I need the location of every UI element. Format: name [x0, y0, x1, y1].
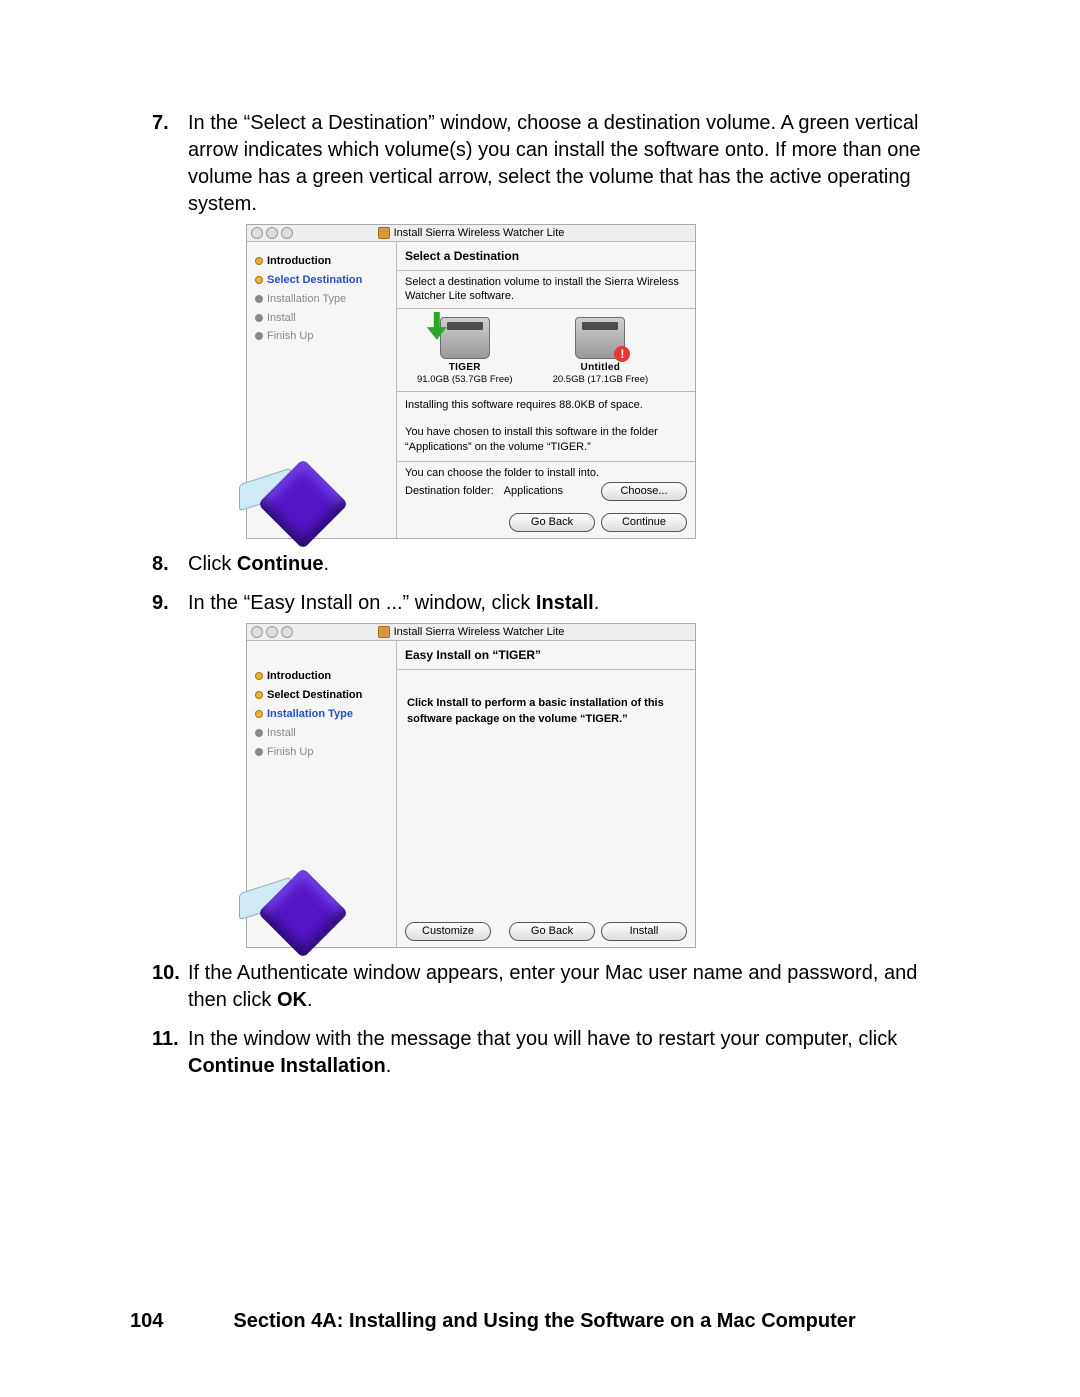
sidebar-item-finish-up: Finish Up — [255, 329, 390, 344]
sidebar-item-installation-type: Installation Type — [255, 292, 390, 307]
volume-size: 91.0GB (53.7GB Free) — [417, 374, 513, 387]
step-number: 9. — [152, 590, 169, 617]
step-number: 7. — [152, 110, 169, 137]
bullet-icon — [255, 332, 263, 340]
installer-main: Easy Install on “TIGER” Click Install to… — [396, 641, 695, 947]
window-title: Install Sierra Wireless Watcher Lite — [247, 625, 695, 640]
bullet-icon — [255, 748, 263, 756]
step-text: In the window with the message that you … — [188, 1028, 897, 1077]
choose-folder-label: You can choose the folder to install int… — [405, 466, 687, 481]
hard-drive-icon — [575, 317, 625, 359]
bullet-icon — [255, 295, 263, 303]
sidebar-item-select-destination: Select Destination — [255, 688, 390, 703]
step-text: If the Authenticate window appears, ente… — [188, 962, 917, 1011]
step-text: Click Continue. — [188, 553, 329, 575]
bullet-icon — [255, 710, 263, 718]
package-icon — [378, 626, 390, 638]
sidebar-item-select-destination: Select Destination — [255, 273, 390, 288]
pane-heading: Select a Destination — [397, 242, 695, 270]
easy-install-message: Click Install to perform a basic install… — [397, 669, 695, 918]
go-back-button[interactable]: Go Back — [509, 922, 595, 941]
window-title: Install Sierra Wireless Watcher Lite — [247, 226, 695, 241]
screenshot-select-destination: Install Sierra Wireless Watcher Lite Int… — [246, 224, 696, 539]
screenshot-easy-install: Install Sierra Wireless Watcher Lite Int… — [246, 623, 696, 948]
step-text: In the “Select a Destination” window, ch… — [188, 112, 921, 215]
page-number: 104 — [130, 1310, 163, 1333]
installer-sidebar: Introduction Select Destination Installa… — [247, 641, 396, 947]
step-item: 8. Click Continue. — [130, 551, 950, 578]
choose-button[interactable]: Choose... — [601, 482, 687, 501]
step-item: 10. If the Authenticate window appears, … — [130, 960, 950, 1014]
package-icon — [378, 227, 390, 239]
traffic-lights — [251, 626, 293, 638]
minimize-icon[interactable] — [266, 626, 278, 638]
installer-main: Select a Destination Select a destinatio… — [396, 242, 695, 538]
sidebar-graphic — [239, 861, 359, 951]
destination-label: Destination folder: — [405, 484, 494, 499]
volume-size: 20.5GB (17.1GB Free) — [553, 374, 649, 387]
bullet-icon — [255, 276, 263, 284]
zoom-icon[interactable] — [281, 626, 293, 638]
sidebar-item-introduction: Introduction — [255, 254, 390, 269]
volume-name: TIGER — [417, 361, 513, 375]
volume-item[interactable]: TIGER 91.0GB (53.7GB Free) — [417, 317, 513, 387]
bullet-icon — [255, 691, 263, 699]
step-number: 11. — [152, 1026, 179, 1053]
nav-buttons: Customize Go Back Install — [397, 918, 695, 947]
install-location-message: You have chosen to install this software… — [397, 419, 695, 461]
sidebar-item-install: Install — [255, 726, 390, 741]
window-titlebar: Install Sierra Wireless Watcher Lite — [247, 225, 695, 242]
document-page: 7. In the “Select a Destination” window,… — [0, 0, 1080, 1397]
bullet-icon — [255, 314, 263, 322]
pane-prompt: Select a destination volume to install t… — [397, 270, 695, 309]
zoom-icon[interactable] — [281, 227, 293, 239]
sidebar-graphic — [239, 452, 359, 542]
installer-sidebar: Introduction Select Destination Installa… — [247, 242, 396, 538]
customize-button[interactable]: Customize — [405, 922, 491, 941]
sidebar-item-install: Install — [255, 311, 390, 326]
pane-heading: Easy Install on “TIGER” — [397, 641, 695, 669]
volume-item[interactable]: Untitled 20.5GB (17.1GB Free) — [553, 317, 649, 387]
destination-block: You can choose the folder to install int… — [397, 461, 695, 510]
continue-button[interactable]: Continue — [601, 513, 687, 532]
page-footer: 104 Section 4A: Installing and Using the… — [130, 1310, 950, 1333]
step-number: 10. — [152, 960, 180, 987]
package-box-icon — [258, 868, 349, 959]
sidebar-item-installation-type: Installation Type — [255, 707, 390, 722]
volume-name: Untitled — [553, 361, 649, 375]
ordered-steps: 7. In the “Select a Destination” window,… — [130, 110, 950, 1080]
section-title: Section 4A: Installing and Using the Sof… — [233, 1310, 855, 1333]
hard-drive-icon — [440, 317, 490, 359]
go-back-button[interactable]: Go Back — [509, 513, 595, 532]
sidebar-item-introduction: Introduction — [255, 669, 390, 684]
step-item: 9. In the “Easy Install on ...” window, … — [130, 590, 950, 948]
step-text: In the “Easy Install on ...” window, cli… — [188, 592, 599, 614]
step-item: 7. In the “Select a Destination” window,… — [130, 110, 950, 539]
close-icon[interactable] — [251, 227, 263, 239]
minimize-icon[interactable] — [266, 227, 278, 239]
close-icon[interactable] — [251, 626, 263, 638]
space-required: Installing this software requires 88.0KB… — [397, 391, 695, 419]
destination-value: Applications — [504, 484, 563, 499]
bullet-icon — [255, 257, 263, 265]
package-box-icon — [258, 459, 349, 550]
window-titlebar: Install Sierra Wireless Watcher Lite — [247, 624, 695, 641]
step-item: 11. In the window with the message that … — [130, 1026, 950, 1080]
nav-buttons: Go Back Continue — [397, 509, 695, 538]
volume-list: TIGER 91.0GB (53.7GB Free) Untitled 20.5… — [397, 309, 695, 391]
install-button[interactable]: Install — [601, 922, 687, 941]
bullet-icon — [255, 672, 263, 680]
step-number: 8. — [152, 551, 169, 578]
sidebar-item-finish-up: Finish Up — [255, 745, 390, 760]
bullet-icon — [255, 729, 263, 737]
traffic-lights — [251, 227, 293, 239]
